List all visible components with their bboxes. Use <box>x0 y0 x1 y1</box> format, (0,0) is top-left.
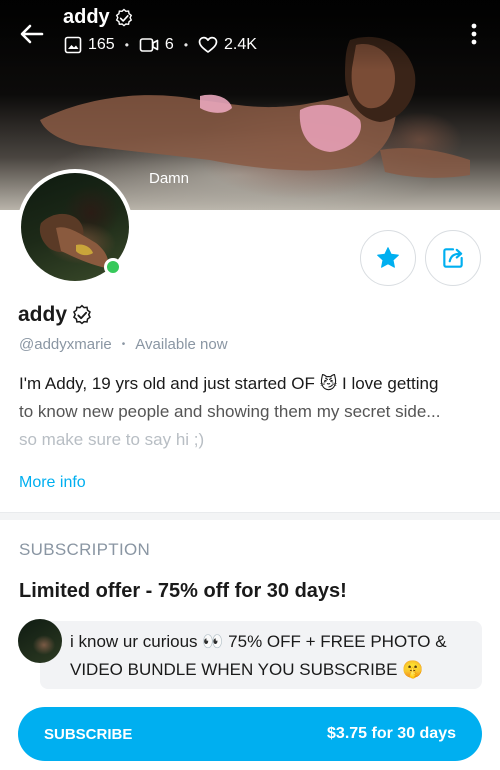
profile-bio: I'm Addy, 19 yrs old and just started OF… <box>19 370 484 454</box>
subscribe-button[interactable]: SUBSCRIBE $3.75 for 30 days <box>18 707 482 761</box>
profile-display-name: addy <box>18 303 68 326</box>
separator-dot: • <box>121 339 126 350</box>
share-button[interactable] <box>425 230 481 286</box>
verified-icon <box>73 304 91 325</box>
cover-caption: Damn <box>149 170 190 187</box>
offer-title: Limited offer - 75% off for 30 days! <box>19 580 347 602</box>
image-icon <box>64 36 82 54</box>
message-avatar <box>18 619 62 663</box>
photos-stat: 165 <box>64 36 115 54</box>
back-arrow-icon <box>20 24 44 44</box>
back-button[interactable] <box>18 20 46 48</box>
bio-line: I'm Addy, 19 yrs old and just started OF… <box>19 374 439 393</box>
promo-message: i know ur curious 👀 75% OFF + FREE PHOTO… <box>40 621 482 689</box>
header-stats: 165 • 6 • 2.4K <box>64 36 257 54</box>
more-vertical-icon <box>471 23 477 45</box>
video-icon <box>139 38 159 52</box>
heart-icon <box>198 36 218 53</box>
more-options-button[interactable] <box>466 20 482 48</box>
section-divider <box>0 512 500 520</box>
star-icon <box>377 247 399 268</box>
profile-name: addy <box>18 303 93 327</box>
header-title: addy <box>63 6 134 29</box>
availability-status: Available now <box>135 336 228 353</box>
subscribe-label: SUBSCRIBE <box>44 725 133 743</box>
videos-stat: 6 <box>139 36 174 54</box>
subscribe-price: $3.75 for 30 days <box>327 725 456 742</box>
bio-line: so make sure to say hi ;) <box>19 430 205 449</box>
verified-icon <box>115 8 132 27</box>
likes-count: 2.4K <box>224 36 257 53</box>
photos-count: 165 <box>88 36 115 53</box>
share-icon <box>443 248 463 268</box>
promo-message-line: VIDEO BUNDLE WHEN YOU SUBSCRIBE 🤫 <box>70 660 424 679</box>
subscription-heading: SUBSCRIPTION <box>19 540 151 559</box>
header-username: addy <box>63 6 110 28</box>
bio-line: to know new people and showing them my s… <box>19 402 441 421</box>
likes-stat: 2.4K <box>198 36 257 54</box>
handle-row: @addyxmarie • Available now <box>19 336 228 353</box>
online-status-indicator <box>104 258 122 276</box>
more-info-link[interactable]: More info <box>19 474 86 492</box>
separator-dot: • <box>183 38 189 52</box>
promo-message-line: i know ur curious 👀 75% OFF + FREE PHOTO… <box>70 632 447 651</box>
favorite-button[interactable] <box>360 230 416 286</box>
videos-count: 6 <box>164 36 174 53</box>
profile-handle: @addyxmarie <box>19 336 112 353</box>
separator-dot: • <box>124 38 129 52</box>
